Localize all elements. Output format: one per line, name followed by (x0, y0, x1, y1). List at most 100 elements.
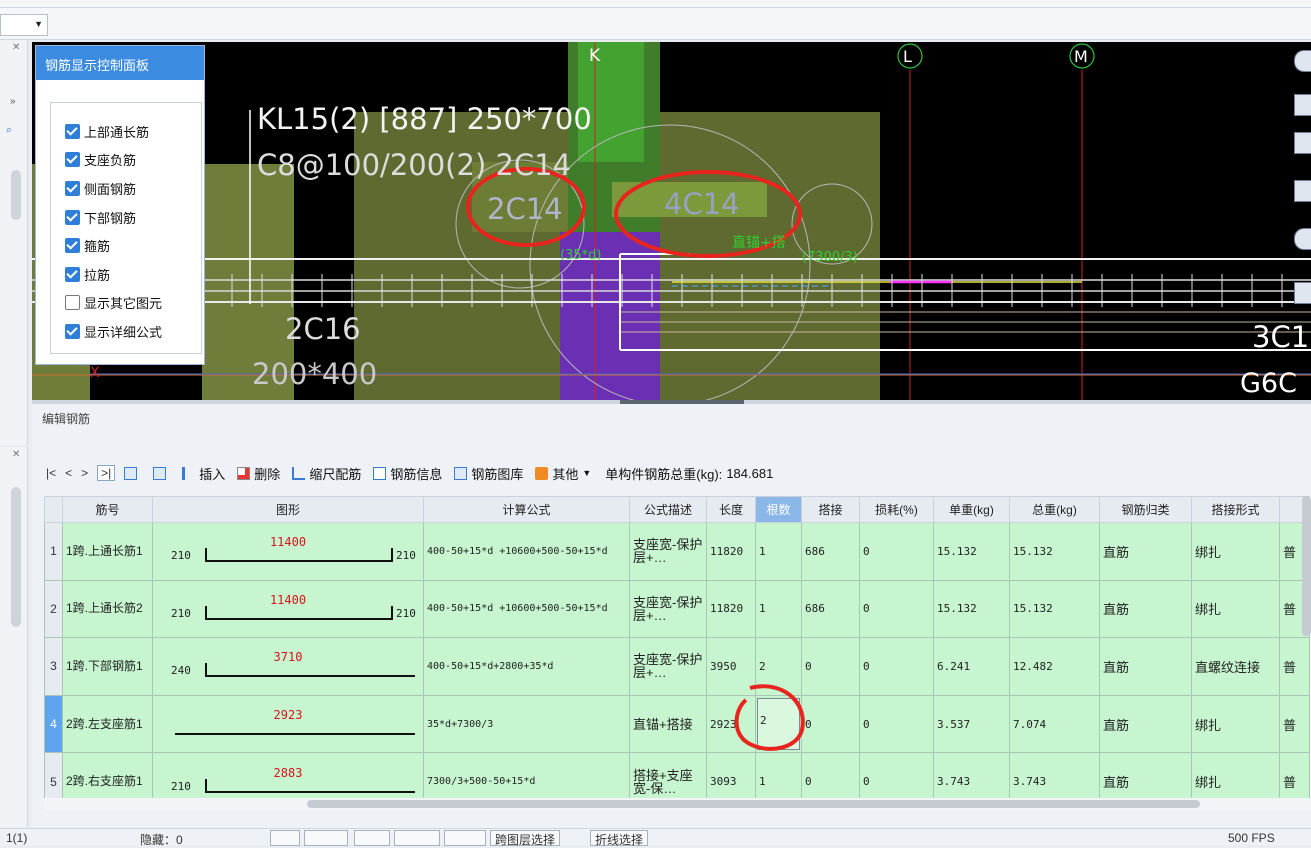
column-header[interactable]: 计算公式 (423, 496, 630, 523)
row-number[interactable]: 1 (44, 522, 63, 581)
select-icon[interactable] (1294, 94, 1311, 116)
shape-cell[interactable]: 11400 210 210 (152, 522, 424, 581)
checkbox[interactable] (65, 323, 80, 339)
loss-cell[interactable]: 0 (859, 522, 934, 581)
lap-cell[interactable]: 686 (801, 579, 860, 639)
checkbox[interactable] (65, 123, 80, 139)
search-icon[interactable]: ⌕ (6, 124, 12, 137)
column-header[interactable]: 根数 (755, 496, 802, 523)
lap-type-cell[interactable]: 直螺纹连接 (1191, 637, 1280, 696)
loss-cell[interactable]: 0 (859, 579, 934, 639)
option-row[interactable]: 拉筋 (65, 260, 201, 289)
description-cell[interactable]: 支座宽-保护层+… (629, 637, 707, 696)
first-button[interactable]: |< (46, 466, 56, 480)
column-header[interactable]: 长度 (706, 496, 756, 523)
insert-button[interactable]: 插入 (182, 464, 225, 483)
other-button[interactable]: 其他 ▼ (535, 464, 591, 483)
scrollbar[interactable] (11, 170, 21, 220)
option-row[interactable]: 上部通长筋 (65, 117, 201, 146)
column-header[interactable]: 损耗(%) (859, 496, 934, 523)
bar-name-cell[interactable]: 1跨.上通长筋1 (62, 522, 153, 581)
length-cell[interactable]: 11820 (706, 579, 756, 639)
checkbox[interactable] (65, 152, 80, 168)
scroll-thumb[interactable] (307, 800, 1200, 808)
row-number[interactable]: 2 (44, 579, 63, 639)
row-number[interactable]: 3 (44, 637, 63, 696)
description-cell[interactable]: 直锚+搭接 (629, 694, 707, 754)
cross-select-button[interactable] (354, 830, 390, 846)
expand-icon[interactable]: » (10, 96, 16, 107)
extra-cell[interactable]: 普 (1279, 637, 1310, 696)
checkbox[interactable] (65, 180, 80, 196)
row-number[interactable]: 4 (44, 694, 63, 754)
lap-cell[interactable]: 0 (801, 637, 860, 696)
lap-type-cell[interactable]: 绑扎 (1191, 579, 1280, 639)
unit-weight-cell[interactable]: 3.537 (933, 694, 1010, 754)
option-row[interactable]: 下部钢筋 (65, 203, 201, 232)
zoom-icon[interactable] (1294, 50, 1311, 72)
option-row[interactable]: 支座负筋 (65, 146, 201, 175)
shape-cell[interactable]: 11400 210 210 (152, 579, 424, 639)
move-down-button[interactable] (153, 466, 170, 480)
formula-cell[interactable]: 35*d+7300/3 (423, 694, 630, 754)
table-row[interactable]: 4 2跨.左支座筋1 2923 35*d+7300/3 直锚+搭接 2923 2 0 0 3.53… (44, 694, 1310, 754)
unit-weight-cell[interactable]: 15.132 (933, 579, 1010, 639)
check-select-button[interactable] (394, 830, 440, 846)
total-weight-cell[interactable]: 15.132 (1009, 579, 1100, 639)
rebar-library-button[interactable]: 钢筋图库 (454, 464, 523, 483)
table-row[interactable]: 2 1跨.上通长筋2 11400 210 210 400-50+15*d +10600+5… (44, 579, 1310, 639)
move-up-button[interactable] (124, 466, 141, 480)
column-header[interactable]: 搭接形式 (1191, 496, 1280, 523)
total-weight-cell[interactable]: 15.132 (1009, 522, 1100, 581)
count-cell[interactable]: 1 (755, 579, 802, 639)
checkbox[interactable] (65, 295, 80, 311)
column-header[interactable]: 图形 (152, 496, 424, 523)
column-header[interactable]: 总重(kg) (1009, 496, 1100, 523)
cube-view-icon[interactable] (1294, 180, 1311, 202)
horizontal-scrollbar[interactable] (44, 798, 1311, 810)
option-row[interactable]: 显示详细公式 (65, 317, 201, 346)
column-header[interactable]: 筋号 (62, 496, 153, 523)
cross-layer-select-button[interactable]: 跨图层选择 (490, 830, 561, 847)
column-header[interactable]: 单重(kg) (933, 496, 1010, 523)
scale-rebar-button[interactable]: 缩尺配筋 (292, 464, 361, 483)
next-button[interactable]: > (81, 466, 88, 480)
column-header[interactable]: 钢筋归类 (1099, 496, 1192, 523)
option-row[interactable]: 显示其它图元 (65, 289, 201, 318)
count-cell[interactable]: 1 (755, 522, 802, 581)
checkbox[interactable] (65, 238, 80, 254)
description-cell[interactable]: 支座宽-保护层+… (629, 522, 707, 581)
length-cell[interactable]: 11820 (706, 522, 756, 581)
shape-cell[interactable]: 2923 (152, 694, 424, 754)
scrollbar[interactable] (11, 487, 21, 627)
lap-cell[interactable]: 0 (801, 694, 860, 754)
total-weight-cell[interactable]: 12.482 (1009, 637, 1100, 696)
polyline-select-button[interactable]: 折线选择 (590, 830, 649, 847)
formula-cell[interactable]: 400-50+15*d +10600+500-50+15*d (423, 522, 630, 581)
box-view-icon[interactable] (1294, 132, 1311, 154)
rotate-icon[interactable] (1294, 228, 1311, 250)
category-cell[interactable]: 直筋 (1099, 694, 1192, 754)
table-row[interactable]: 1 1跨.上通长筋1 11400 210 210 400-50+15*d +10600+5… (44, 522, 1310, 581)
layer-icon[interactable] (1294, 282, 1311, 304)
loss-cell[interactable]: 0 (859, 694, 934, 754)
column-header[interactable]: 搭接 (801, 496, 860, 523)
loss-cell[interactable]: 0 (859, 637, 934, 696)
last-button[interactable]: >| (97, 465, 116, 481)
box-select-button[interactable] (304, 830, 348, 846)
cad-viewport[interactable]: K L M KL15(2) [887] 250*700 C8@100/200(2… (32, 42, 1311, 400)
unit-weight-cell[interactable]: 15.132 (933, 522, 1010, 581)
lap-cell[interactable]: 686 (801, 522, 860, 581)
bar-name-cell[interactable]: 1跨.下部钢筋1 (62, 637, 153, 696)
option-row[interactable]: 箍筋 (65, 231, 201, 260)
delete-button[interactable]: 删除 (237, 464, 280, 483)
close-icon[interactable]: ✕ (12, 42, 20, 53)
vertical-scrollbar[interactable] (1302, 496, 1311, 636)
formula-cell[interactable]: 400-50+15*d+2800+35*d (423, 637, 630, 696)
rebar-info-button[interactable]: 钢筋信息 (373, 464, 442, 483)
lap-type-cell[interactable]: 绑扎 (1191, 694, 1280, 754)
prev-button[interactable]: < (65, 466, 72, 480)
bar-name-cell[interactable]: 1跨.上通长筋2 (62, 579, 153, 639)
floor-dropdown[interactable]: ▼ (0, 14, 48, 36)
add-select-button[interactable] (444, 830, 486, 846)
